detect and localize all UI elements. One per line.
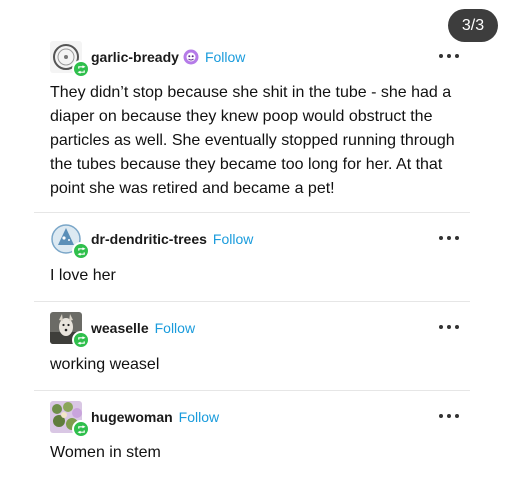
username[interactable]: garlic-bready bbox=[91, 49, 179, 65]
post-header: weaselle Follow bbox=[50, 311, 470, 349]
post-text: Women in stem bbox=[50, 444, 161, 461]
reblog-icon bbox=[72, 331, 90, 349]
post-text: working weasel bbox=[50, 356, 160, 373]
username[interactable]: weaselle bbox=[91, 320, 149, 336]
more-options-icon[interactable] bbox=[439, 408, 459, 424]
avatar[interactable] bbox=[50, 401, 90, 438]
verified-badge-icon bbox=[183, 49, 199, 65]
username[interactable]: hugewoman bbox=[91, 409, 173, 425]
username[interactable]: dr-dendritic-trees bbox=[91, 231, 207, 247]
follow-button[interactable]: Follow bbox=[179, 409, 219, 425]
reblog-icon bbox=[72, 242, 90, 260]
reblog-post: hugewoman Follow Women in stem bbox=[34, 400, 470, 480]
follow-button[interactable]: Follow bbox=[205, 49, 245, 65]
reblog-icon bbox=[72, 420, 90, 438]
post-text: I love her bbox=[50, 267, 116, 284]
avatar[interactable] bbox=[50, 223, 90, 260]
reblog-icon bbox=[72, 60, 90, 78]
more-options-icon[interactable] bbox=[439, 319, 459, 335]
post-header: garlic-bready Follow bbox=[50, 40, 470, 78]
reblog-post: garlic-bready Follow They didn’t stop be… bbox=[34, 40, 470, 213]
more-options-icon[interactable] bbox=[439, 230, 459, 246]
post-text: They didn’t stop because she shit in the… bbox=[50, 84, 455, 197]
pagination-badge: 3/3 bbox=[448, 9, 498, 42]
reblog-post: weaselle Follow working weasel bbox=[34, 311, 470, 391]
post-header: dr-dendritic-trees Follow bbox=[50, 222, 470, 260]
avatar[interactable] bbox=[50, 312, 90, 349]
follow-button[interactable]: Follow bbox=[213, 231, 253, 247]
post-header: hugewoman Follow bbox=[50, 400, 470, 438]
avatar[interactable] bbox=[50, 41, 90, 78]
reblog-post: dr-dendritic-trees Follow I love her bbox=[34, 222, 470, 302]
follow-button[interactable]: Follow bbox=[155, 320, 195, 336]
more-options-icon[interactable] bbox=[439, 48, 459, 64]
